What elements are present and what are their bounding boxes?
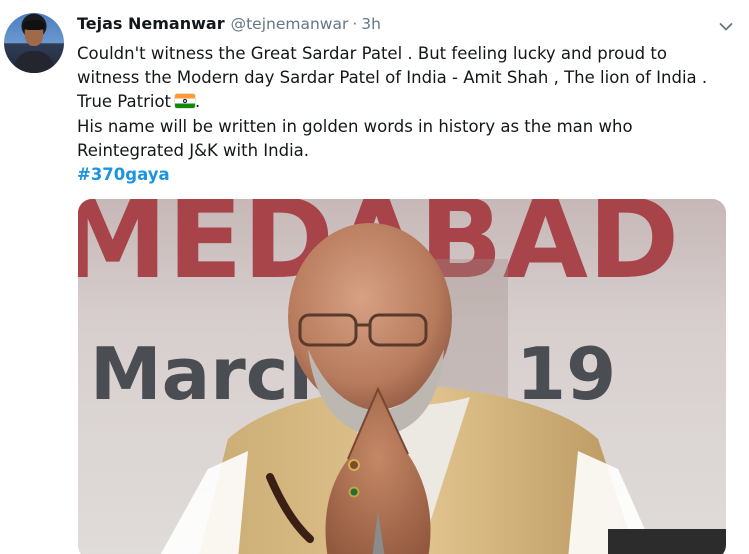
foreground-object bbox=[608, 529, 726, 554]
tweet-line-3-period: . bbox=[195, 92, 201, 112]
timestamp[interactable]: 3h bbox=[361, 15, 381, 33]
avatar-shirt bbox=[14, 51, 54, 73]
avatar-hair bbox=[23, 20, 45, 30]
tweet-line-4: His name will be written in golden words… bbox=[77, 116, 633, 136]
tweet-line-3-text: True Patriot bbox=[77, 92, 172, 112]
tweet-media-photo[interactable]: MEDABAD March 19 bbox=[78, 199, 726, 554]
author-name[interactable]: Tejas Nemanwar bbox=[77, 14, 225, 33]
author-handle[interactable]: @tejnemanwar bbox=[231, 15, 349, 33]
ring-green bbox=[348, 486, 360, 498]
ring-left bbox=[348, 459, 360, 471]
photo-illustration: MEDABAD March 19 bbox=[78, 199, 726, 554]
tweet[interactable]: Tejas Nemanwar @tejnemanwar · 3h Couldn'… bbox=[0, 0, 749, 554]
chevron-down-icon[interactable] bbox=[719, 22, 733, 32]
tweet-line-5: Reintegrated J&K with India. bbox=[77, 140, 310, 160]
tweet-text: Couldn't witness the Great Sardar Patel … bbox=[77, 42, 737, 187]
tweet-line-2: witness the Modern day Sardar Patel of I… bbox=[77, 68, 708, 88]
tweet-line-3: True Patriot. bbox=[77, 90, 737, 114]
separator-dot: · bbox=[352, 15, 358, 33]
banner-year-text: 19 bbox=[516, 332, 616, 416]
india-flag-icon bbox=[175, 94, 196, 109]
tweet-header: Tejas Nemanwar @tejnemanwar · 3h bbox=[77, 14, 381, 40]
hashtag-link[interactable]: #370gaya bbox=[77, 163, 737, 187]
tweet-line-1: Couldn't witness the Great Sardar Patel … bbox=[77, 44, 667, 63]
avatar[interactable] bbox=[4, 13, 64, 73]
